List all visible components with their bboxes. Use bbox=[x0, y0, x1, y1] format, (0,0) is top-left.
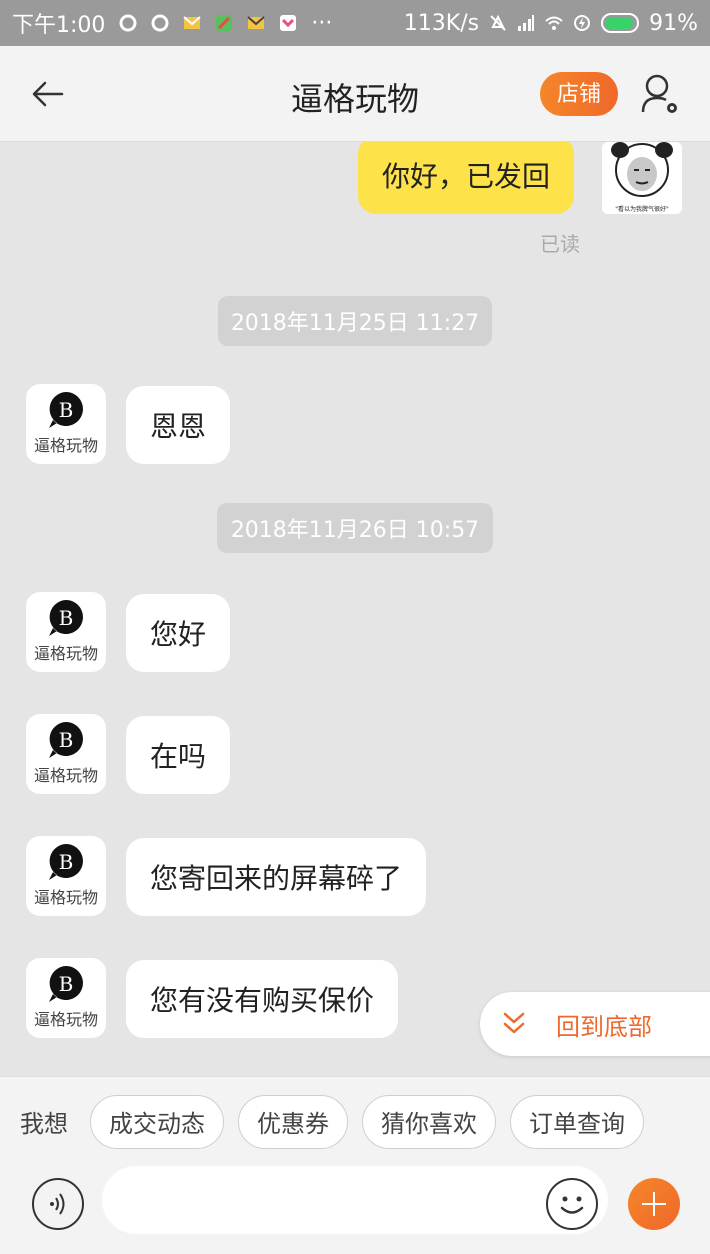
seller-avatar-label: 逼格玩物 bbox=[33, 436, 98, 455]
app-icon bbox=[280, 15, 297, 31]
chat-notify-icon bbox=[151, 14, 169, 32]
brand-logo-icon: B bbox=[49, 844, 83, 880]
app-icon bbox=[216, 15, 233, 31]
status-bar: 下午1:00 ··· 113K/s 91% bbox=[0, 0, 710, 46]
seller-message-bubble[interactable]: 恩恩 bbox=[126, 386, 231, 464]
message-text: 你好，已发回 bbox=[382, 160, 551, 193]
timestamp: 2018年11月25日 11:27 bbox=[218, 296, 492, 346]
wifi-icon bbox=[545, 16, 563, 30]
timestamp: 2018年11月26日 10:57 bbox=[217, 503, 493, 553]
more-notifications-icon: ··· bbox=[311, 10, 333, 36]
avatar-caption: "看以为我脾气很好" bbox=[615, 206, 669, 213]
svg-text:B: B bbox=[59, 850, 74, 874]
seller-message-bubble[interactable]: 您寄回来的屏幕碎了 bbox=[126, 838, 427, 916]
quick-actions-bar: 我想 成交动态 优惠券 猜你喜欢 订单查询 bbox=[0, 1076, 710, 1166]
signal-icon bbox=[518, 15, 535, 31]
voice-icon bbox=[50, 1193, 65, 1215]
charging-icon bbox=[574, 15, 591, 31]
svg-text:?: ? bbox=[660, 148, 666, 161]
input-bar bbox=[0, 1166, 710, 1254]
emoji-button[interactable] bbox=[546, 1178, 598, 1230]
voice-input-button[interactable] bbox=[32, 1178, 84, 1230]
status-time: 下午1:00 bbox=[12, 13, 106, 38]
seller-avatar[interactable]: B 逼格玩物 bbox=[26, 384, 106, 464]
my-message-bubble[interactable]: 你好，已发回 bbox=[358, 142, 575, 214]
message-text: 恩恩 bbox=[150, 410, 207, 443]
seller-avatar-label: 逼格玩物 bbox=[33, 766, 98, 785]
seller-message-bubble[interactable]: 您好 bbox=[126, 594, 231, 672]
back-to-bottom-label: 回到底部 bbox=[556, 1012, 652, 1041]
svg-text:B: B bbox=[59, 606, 74, 630]
svg-text:B: B bbox=[59, 972, 74, 996]
svg-text:B: B bbox=[59, 398, 74, 422]
read-receipt: 已读 bbox=[540, 232, 580, 256]
mail-icon bbox=[247, 16, 266, 29]
quick-chip-deals[interactable]: 成交动态 bbox=[90, 1094, 224, 1149]
brand-logo-icon: B bbox=[49, 966, 83, 1002]
user-settings-icon[interactable] bbox=[640, 72, 680, 116]
seller-avatar[interactable]: B 逼格玩物 bbox=[26, 958, 106, 1038]
my-avatar[interactable]: ? "看以为我脾气很好" bbox=[602, 142, 682, 214]
brand-logo-icon: B bbox=[49, 722, 83, 758]
quick-chip-coupons[interactable]: 优惠券 bbox=[238, 1094, 348, 1149]
message-text: 您有没有购买保价 bbox=[150, 984, 375, 1017]
seller-avatar[interactable]: B 逼格玩物 bbox=[26, 714, 106, 794]
svg-text:B: B bbox=[59, 728, 74, 752]
message-text: 您寄回来的屏幕碎了 bbox=[150, 862, 403, 895]
seller-avatar[interactable]: B 逼格玩物 bbox=[26, 836, 106, 916]
seller-avatar-label: 逼格玩物 bbox=[33, 644, 98, 663]
more-actions-button[interactable] bbox=[628, 1178, 680, 1230]
brand-logo-icon: B bbox=[49, 600, 83, 636]
message-text: 您好 bbox=[150, 618, 207, 651]
chat-header: 逼格玩物 店铺 bbox=[0, 46, 710, 142]
notification-icons: ··· bbox=[119, 11, 332, 36]
seller-avatar[interactable]: B 逼格玩物 bbox=[26, 592, 106, 672]
message-list[interactable]: 你好，已发回 ? "看以为我脾气很好" 已读 2018年11月25日 11:27… bbox=[0, 142, 710, 1076]
message-text: 在吗 bbox=[150, 740, 207, 773]
double-chevron-down-icon bbox=[503, 1012, 525, 1034]
quick-chip-orders[interactable]: 订单查询 bbox=[510, 1094, 644, 1149]
message-input[interactable] bbox=[102, 1166, 608, 1234]
net-speed: 113K/s bbox=[403, 10, 480, 36]
mail-icon bbox=[183, 16, 202, 29]
mute-icon bbox=[490, 14, 506, 31]
seller-message-bubble[interactable]: 在吗 bbox=[126, 716, 231, 794]
brand-logo-icon: B bbox=[49, 392, 83, 428]
shop-button[interactable]: 店铺 bbox=[540, 72, 618, 116]
smiley-icon bbox=[560, 1196, 584, 1214]
seller-message-bubble[interactable]: 您有没有购买保价 bbox=[126, 960, 399, 1038]
seller-avatar-label: 逼格玩物 bbox=[33, 888, 98, 907]
battery-percent: 91% bbox=[649, 10, 698, 36]
seller-avatar-label: 逼格玩物 bbox=[33, 1010, 98, 1029]
back-to-bottom-button[interactable]: 回到底部 bbox=[480, 992, 710, 1056]
quick-label: 我想 bbox=[20, 1110, 68, 1138]
quick-chip-recommend[interactable]: 猜你喜欢 bbox=[362, 1094, 496, 1149]
battery-icon bbox=[601, 13, 640, 33]
chat-notify-icon bbox=[119, 14, 137, 32]
